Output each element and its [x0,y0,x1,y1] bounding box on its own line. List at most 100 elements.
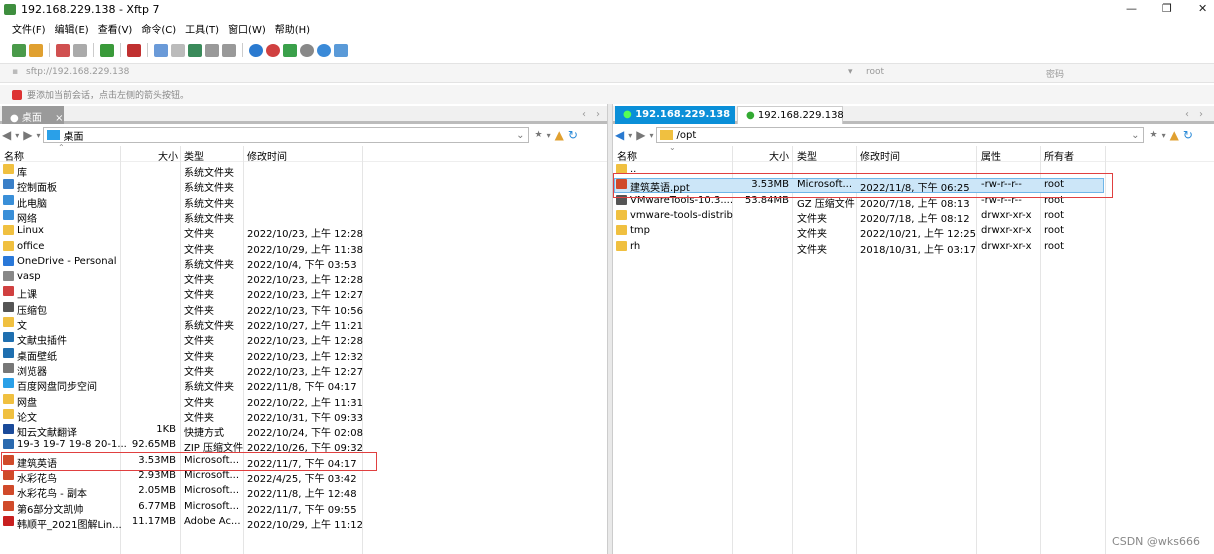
back-dropdown-icon[interactable]: ▾ [15,131,19,140]
file-row[interactable]: 文献虫插件 文件夹 2022/10/23, 上午 12:28 [0,331,607,347]
globe-icon[interactable] [249,43,263,57]
col-modified[interactable]: 修改时间 [860,148,900,163]
path-dropdown-icon[interactable]: ⌄ [516,130,524,141]
terminal-icon[interactable] [127,43,141,57]
file-row[interactable]: 控制面板 系统文件夹 [0,178,607,194]
filter-icon[interactable]: ★ [535,130,543,140]
file-row[interactable]: 百度网盘同步空间 系统文件夹 2022/11/8, 下午 04:17 [0,377,607,393]
bookmark-arrow-icon[interactable] [12,89,22,100]
file-row[interactable]: 文 系统文件夹 2022/10/27, 上午 11:21 [0,316,607,332]
file-row[interactable]: 桌面壁纸 文件夹 2022/10/23, 上午 12:32 [0,347,607,363]
tab-remote-1[interactable]: ● 192.168.229.138 [615,106,735,124]
col-modified[interactable]: 修改时间 [247,148,287,163]
file-row[interactable]: 水彩花鸟 2.93MB Microsoft... 2022/4/25, 下午 03:4… [0,469,607,485]
help-icon[interactable] [317,43,331,57]
tab-close-icon[interactable]: × [55,113,63,124]
col-name[interactable]: 名称 [4,148,24,163]
left-path-box[interactable]: 桌面 ⌄ [42,127,529,143]
menu-edit[interactable]: 编辑(E) [55,21,89,36]
menu-file[interactable]: 文件(F) [12,21,46,36]
file-row[interactable]: 韩顺平_2021图解Lin... 11.17MB Adobe Ac... 2022/1… [0,515,607,531]
download-icon[interactable] [171,43,185,57]
file-row[interactable]: vasp 文件夹 2022/10/23, 上午 12:28 [0,270,607,286]
filter-dropdown-icon[interactable]: ▾ [1162,131,1166,140]
menu-window[interactable]: 窗口(W) [228,21,266,36]
file-row[interactable]: office 文件夹 2022/10/29, 上午 11:38 [0,240,607,256]
forward-dropdown-icon[interactable]: ▾ [649,131,653,140]
username-input[interactable]: root [866,67,884,77]
tab-scroll-left-icon[interactable]: ‹ [582,109,586,120]
menu-tools[interactable]: 工具(T) [185,21,219,36]
paste-icon[interactable] [222,43,236,57]
file-row[interactable]: vmware-tools-distrib 文件夹 2020/7/18, 上午 08:… [613,209,1214,225]
password-input[interactable]: 密码 [1046,67,1064,80]
right-path-box[interactable]: /opt ⌄ [655,127,1144,143]
copy-icon[interactable] [205,43,219,57]
back-dropdown-icon[interactable]: ▾ [628,131,632,140]
file-row[interactable]: 网盘 文件夹 2022/10/22, 上午 11:31 [0,393,607,409]
gear-icon[interactable] [300,43,314,57]
col-type[interactable]: 类型 [184,148,204,163]
file-name: office [17,240,45,252]
forward-icon[interactable]: ▶ [636,128,645,142]
refresh-icon[interactable]: ↻ [568,128,578,142]
col-name[interactable]: 名称 [617,148,637,163]
open-folder-icon[interactable] [29,43,43,57]
file-row[interactable]: 第6部分文凯帅 6.77MB Microsoft... 2022/11/7, 下午 0… [0,500,607,516]
col-size[interactable]: 大小 [158,148,178,163]
maximize-button[interactable]: ❐ [1162,2,1172,15]
tab-scroll-left-icon[interactable]: ‹ [1185,109,1189,120]
connect-icon[interactable] [56,43,70,57]
filter-icon[interactable]: ★ [1150,130,1158,140]
file-row[interactable]: 库 系统文件夹 [0,163,607,179]
file-row[interactable]: 论文 文件夹 2022/10/31, 下午 09:33 [0,408,607,424]
new-session-icon[interactable] [12,43,26,57]
disconnect-icon[interactable] [73,43,87,57]
col-type[interactable]: 类型 [797,148,817,163]
menu-view[interactable]: 查看(V) [98,21,133,36]
col-attributes[interactable]: 属性 [981,148,1001,163]
path-dropdown-icon[interactable]: ⌄ [1131,130,1139,141]
upload-icon[interactable] [154,43,168,57]
parent-folder-icon[interactable]: ▲ [555,128,564,142]
parent-folder-icon[interactable]: ▲ [1170,128,1179,142]
tab-scroll-right-icon[interactable]: › [1199,109,1203,120]
host-input[interactable]: sftp://192.168.229.138 [26,67,129,77]
xshell-icon[interactable] [266,43,280,57]
desktop-icon [46,130,60,140]
xmanager-icon[interactable] [283,43,297,57]
host-dropdown-icon[interactable]: ▾ [848,67,853,77]
refresh-icon[interactable]: ↻ [1183,128,1193,142]
tab-desktop[interactable]: ● 桌面 × [2,106,64,124]
tab-scroll-right-icon[interactable]: › [596,109,600,120]
menu-command[interactable]: 命令(C) [141,21,176,36]
address-bullet: ▪ [12,67,19,77]
file-date: 2022/10/27, 上午 11:21 [247,321,363,332]
forward-dropdown-icon[interactable]: ▾ [36,131,40,140]
new-folder-icon[interactable] [100,43,114,57]
sync-icon[interactable] [188,43,202,57]
file-row[interactable]: 浏览器 文件夹 2022/10/23, 上午 12:27 [0,362,607,378]
file-row[interactable]: 此电脑 系统文件夹 [0,194,607,210]
file-row[interactable]: 网络 系统文件夹 [0,209,607,225]
minimize-button[interactable]: — [1126,2,1137,15]
back-icon[interactable]: ◀ [615,128,624,142]
forward-icon[interactable]: ▶ [23,128,32,142]
file-row[interactable]: tmp 文件夹 2022/10/21, 上午 12:25 drwxr-xr-x root [613,224,1214,240]
chat-icon[interactable] [334,43,348,57]
filter-dropdown-icon[interactable]: ▾ [547,131,551,140]
col-owner[interactable]: 所有者 [1044,148,1074,163]
tab-remote-2[interactable]: ● 192.168.229.138 [737,106,844,124]
col-size[interactable]: 大小 [769,148,789,163]
file-row[interactable]: 知云文献翻译 1KB 快捷方式 2022/10/24, 下午 02:08 [0,423,607,439]
menu-help[interactable]: 帮助(H) [275,21,310,36]
file-row[interactable]: rh 文件夹 2018/10/31, 上午 03:17 drwxr-xr-x root [613,240,1214,256]
xftp-app-icon [4,4,16,15]
file-row[interactable]: OneDrive - Personal 系统文件夹 2022/10/4, 下午 03… [0,255,607,271]
close-button[interactable]: ✕ [1198,2,1207,15]
file-row[interactable]: 压缩包 文件夹 2022/10/23, 下午 10:56 [0,301,607,317]
file-row[interactable]: 水彩花鸟 - 副本 2.05MB Microsoft... 2022/11/8, 上午… [0,484,607,500]
file-row[interactable]: 上课 文件夹 2022/10/23, 上午 12:27 [0,285,607,301]
file-row[interactable]: Linux 文件夹 2022/10/23, 上午 12:28 [0,224,607,240]
back-icon[interactable]: ◀ [2,128,11,142]
